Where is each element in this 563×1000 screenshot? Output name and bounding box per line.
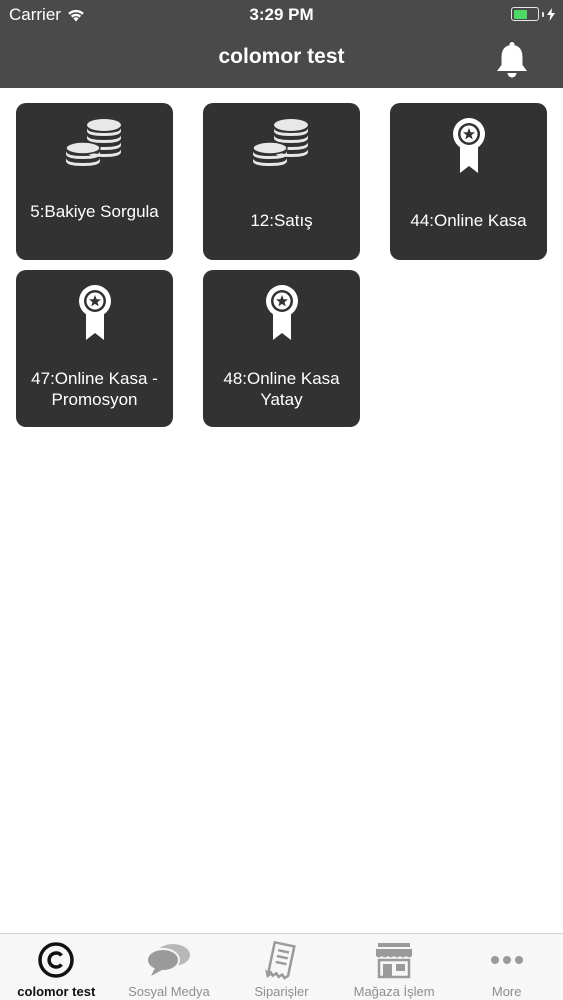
- tile-label: 44:Online Kasa: [410, 211, 527, 230]
- tab-magaza-islem[interactable]: Mağaza İşlem: [338, 934, 451, 1000]
- tile-label: 5:Bakiye Sorgula: [30, 202, 159, 221]
- chat-bubbles-icon: [145, 944, 190, 976]
- charging-bolt-icon: [547, 7, 555, 21]
- tile-bakiye-sorgula[interactable]: 5:Bakiye Sorgula: [16, 103, 173, 260]
- page-title: colomor test: [218, 45, 345, 68]
- receipt-icon: [265, 941, 297, 980]
- more-dots-icon: [490, 956, 523, 964]
- tab-label: Sosyal Medya: [128, 984, 210, 999]
- bell-icon[interactable]: [494, 41, 530, 79]
- status-time: 3:29 PM: [249, 5, 314, 24]
- copyright-icon: [38, 942, 75, 978]
- tile-online-kasa-yatay[interactable]: 48:Online Kasa Yatay: [203, 270, 360, 427]
- tab-colomor-test[interactable]: colomor test: [0, 934, 113, 1000]
- tab-label: Siparişler: [254, 984, 309, 999]
- header: Carrier 3:29 PM colomor test: [0, 0, 563, 88]
- tab-more[interactable]: More: [450, 934, 563, 1000]
- tab-bar: colomor test Sosyal Medya Siparişler Mağ…: [0, 933, 563, 1000]
- tile-online-kasa-promosyon[interactable]: 47:Online Kasa - Promosyon: [16, 270, 173, 427]
- coins-icon: [64, 119, 121, 166]
- award-ribbon-icon: [265, 285, 298, 340]
- battery-icon: [511, 7, 539, 21]
- tile-online-kasa[interactable]: 44:Online Kasa: [390, 103, 547, 260]
- tile-label: 47:Online Kasa - Promosyon: [31, 369, 158, 409]
- store-icon: [376, 943, 413, 979]
- coins-icon: [251, 119, 308, 166]
- award-ribbon-icon: [78, 285, 111, 340]
- tab-label: Mağaza İşlem: [353, 984, 435, 999]
- tab-label: colomor test: [17, 984, 96, 999]
- navigation-bar: colomor test: [0, 30, 563, 88]
- battery-indicator: [511, 7, 555, 21]
- tile-label: 48:Online Kasa Yatay: [223, 369, 340, 409]
- status-bar: Carrier 3:29 PM: [0, 0, 563, 30]
- award-ribbon-icon: [452, 118, 485, 173]
- tile-label: 12:Satış: [250, 211, 313, 230]
- tab-label: More: [491, 984, 522, 999]
- tile-satis[interactable]: 12:Satış: [203, 103, 360, 260]
- tab-siparisler[interactable]: Siparişler: [225, 934, 338, 1000]
- tab-sosyal-medya[interactable]: Sosyal Medya: [113, 934, 226, 1000]
